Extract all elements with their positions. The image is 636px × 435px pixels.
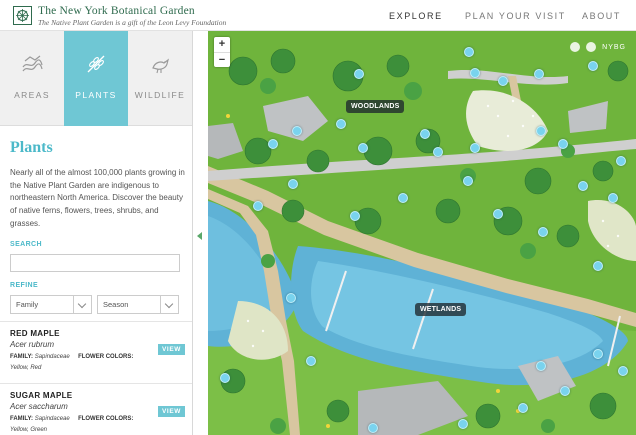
view-button[interactable]: VIEW (158, 406, 185, 417)
plant-marker[interactable] (536, 126, 546, 136)
nybg-logo-icon[interactable] (13, 6, 32, 25)
view-button[interactable]: VIEW (158, 344, 185, 355)
nybg-link[interactable]: NYBG (602, 44, 626, 51)
plant-meta: FAMILY: Sapindaceae FLOWER COLORS: (10, 416, 133, 422)
plant-marker[interactable] (286, 293, 296, 303)
nav-explore[interactable]: EXPLORE (389, 11, 443, 21)
plant-common-name: SUGAR MAPLE (10, 391, 73, 400)
plant-latin-name: Acer rubrum (10, 340, 55, 349)
plant-marker[interactable] (534, 69, 544, 79)
map-terrain (208, 31, 636, 435)
plant-list-item[interactable]: SUGAR MAPLE Acer saccharum FAMILY: Sapin… (0, 383, 192, 435)
tab-wildlife-label: WILDLIFE (134, 90, 186, 100)
plant-marker[interactable] (538, 227, 548, 237)
tab-plants-label: PLANTS (75, 90, 117, 100)
plant-marker[interactable] (616, 156, 626, 166)
plant-marker[interactable] (608, 193, 618, 203)
plant-marker[interactable] (350, 211, 360, 221)
plant-common-name: RED MAPLE (10, 329, 60, 338)
zoom-control: + − (214, 37, 230, 67)
plant-marker[interactable] (458, 419, 468, 429)
plant-marker[interactable] (470, 143, 480, 153)
plant-marker[interactable] (588, 61, 598, 71)
plant-flower-colors: Yellow, Green (10, 427, 48, 433)
chevron-down-icon (73, 296, 91, 313)
brand-title[interactable]: The New York Botanical Garden (38, 5, 195, 17)
plant-marker[interactable] (464, 47, 474, 57)
search-input[interactable] (10, 254, 180, 272)
collapse-panel-icon[interactable] (197, 232, 202, 240)
plant-marker[interactable] (354, 69, 364, 79)
plant-marker[interactable] (420, 129, 430, 139)
brand-subtitle: The Native Plant Garden is a gift of the… (38, 18, 227, 27)
family-select[interactable]: Family (10, 295, 92, 314)
category-tabs: AREAS PLANTS WILDLIFE (0, 31, 192, 126)
panel-title: Plants (10, 139, 53, 156)
plant-family: Sapindaceae (34, 354, 70, 360)
plant-marker[interactable] (558, 139, 568, 149)
plant-marker[interactable] (268, 139, 278, 149)
family-label: FAMILY: (10, 416, 34, 422)
plant-family: Sapindaceae (34, 416, 70, 422)
sidebar: AREAS PLANTS WILDLIFE Plants Nearly all … (0, 31, 193, 435)
tab-plants[interactable]: PLANTS (64, 31, 128, 126)
chevron-down-icon (160, 296, 178, 313)
plant-flower-colors: Yellow, Red (10, 365, 42, 371)
nav-plan-your-visit[interactable]: PLAN YOUR VISIT (465, 11, 566, 21)
zoom-out-button[interactable]: − (214, 52, 230, 67)
plant-marker[interactable] (578, 181, 588, 191)
season-select[interactable]: Season (97, 295, 179, 314)
plant-marker[interactable] (336, 119, 346, 129)
flower-colors-label: FLOWER COLORS: (78, 354, 134, 360)
nav-about[interactable]: ABOUT (582, 11, 621, 21)
panel-intro: Nearly all of the almost 100,000 plants … (10, 168, 185, 228)
plant-marker[interactable] (593, 261, 603, 271)
garden-map[interactable]: + − NYBG WOODLANDS WETLANDS (208, 31, 636, 435)
refine-label: REFINE (10, 282, 39, 289)
plant-marker[interactable] (358, 143, 368, 153)
season-select-value: Season (103, 300, 129, 309)
plant-latin-name: Acer saccharum (10, 402, 68, 411)
plant-marker[interactable] (368, 423, 378, 433)
plant-marker[interactable] (536, 361, 546, 371)
social-links: NYBG (570, 42, 626, 52)
plant-marker[interactable] (253, 201, 263, 211)
plant-list-item[interactable]: RED MAPLE Acer rubrum FAMILY: Sapindacea… (0, 321, 192, 374)
plant-marker[interactable] (292, 126, 302, 136)
facebook-icon[interactable] (586, 42, 597, 52)
plant-marker[interactable] (493, 209, 503, 219)
plant-marker[interactable] (288, 179, 298, 189)
family-select-value: Family (16, 300, 39, 309)
zoom-in-button[interactable]: + (214, 37, 230, 52)
wildlife-icon (152, 58, 169, 74)
plants-icon (87, 55, 105, 73)
plant-marker[interactable] (518, 403, 528, 413)
plant-marker[interactable] (220, 373, 230, 383)
plant-marker[interactable] (498, 76, 508, 86)
plant-marker[interactable] (463, 176, 473, 186)
tab-wildlife[interactable]: WILDLIFE (128, 31, 192, 126)
plant-marker[interactable] (306, 356, 316, 366)
plant-marker[interactable] (470, 68, 480, 78)
areas-icon (22, 55, 43, 72)
plant-marker[interactable] (398, 193, 408, 203)
family-label: FAMILY: (10, 354, 34, 360)
plant-marker[interactable] (593, 349, 603, 359)
wetlands-label[interactable]: WETLANDS (415, 303, 467, 316)
site-header: The New York Botanical Garden The Native… (0, 0, 636, 31)
twitter-icon[interactable] (570, 42, 581, 52)
plant-marker[interactable] (433, 147, 443, 157)
search-label: SEARCH (10, 241, 42, 248)
plant-meta: FAMILY: Sapindaceae FLOWER COLORS: (10, 354, 133, 360)
tab-areas[interactable]: AREAS (0, 31, 64, 126)
woodlands-label[interactable]: WOODLANDS (346, 100, 405, 113)
plant-marker[interactable] (560, 386, 570, 396)
plant-marker[interactable] (618, 366, 628, 376)
tab-areas-label: AREAS (14, 90, 50, 100)
flower-colors-label: FLOWER COLORS: (78, 416, 134, 422)
